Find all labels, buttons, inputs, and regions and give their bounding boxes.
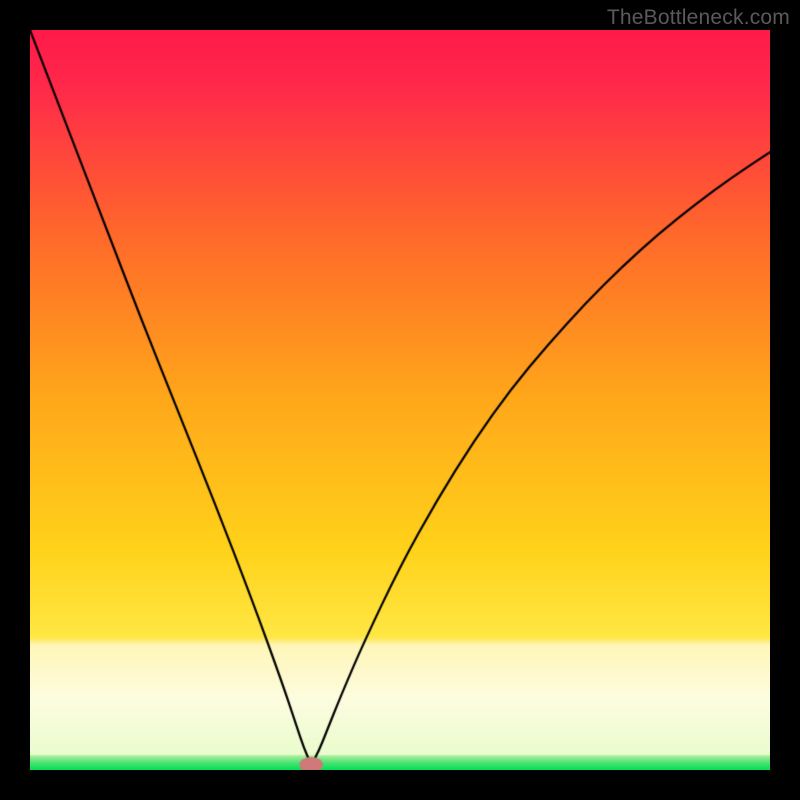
- bottleneck-curve-chart: [30, 30, 770, 770]
- chart-frame: TheBottleneck.com: [0, 0, 800, 800]
- watermark-text: TheBottleneck.com: [607, 6, 790, 30]
